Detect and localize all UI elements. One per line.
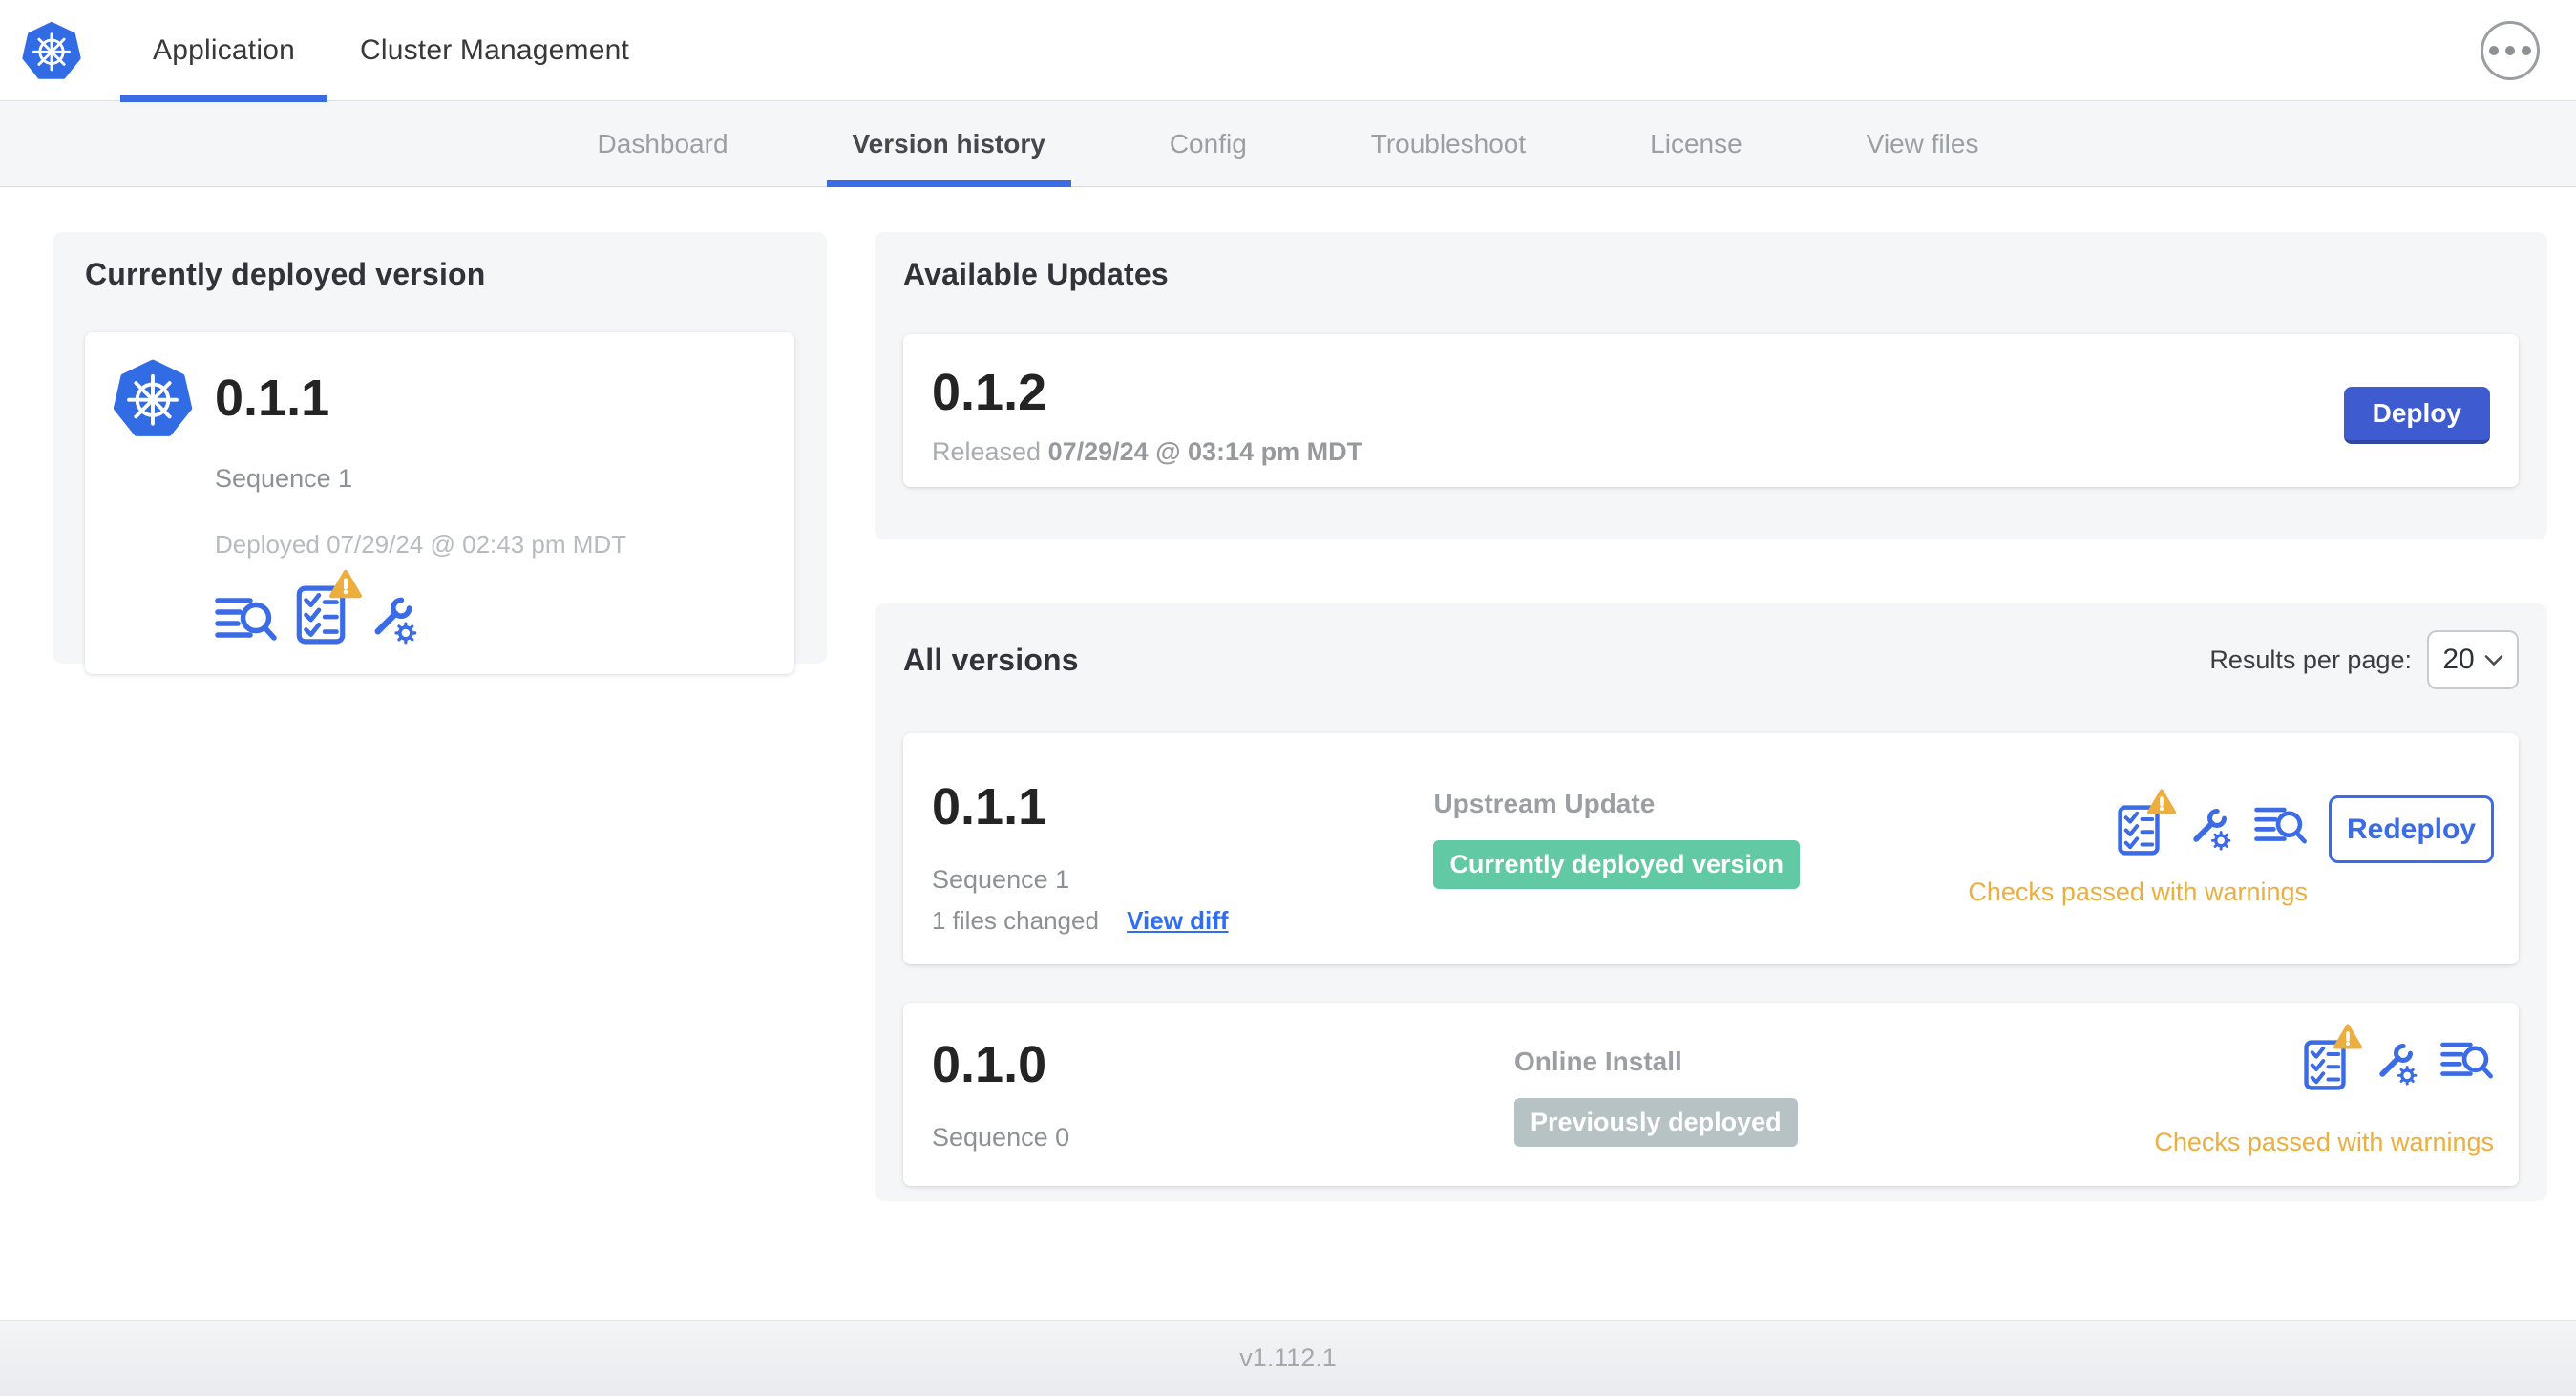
preflight-checklist-icon[interactable] xyxy=(2117,789,2176,857)
version-row: 0.1.0 Sequence 0 Online Install Previous… xyxy=(903,1003,2519,1186)
results-per-page-label: Results per page: xyxy=(2209,645,2412,674)
kubernetes-app-icon xyxy=(112,357,194,439)
deploy-button[interactable]: Deploy xyxy=(2343,386,2490,444)
wrench-gear-config-icon[interactable] xyxy=(364,592,417,645)
preflight-checklist-icon[interactable] xyxy=(2303,1024,2362,1091)
preflight-checklist-icon[interactable] xyxy=(295,569,362,645)
all-versions-title: All versions xyxy=(903,642,1079,677)
version-source-type: Online Install xyxy=(1514,1047,1682,1076)
update-version-number: 0.1.2 xyxy=(932,364,1047,421)
checks-status-text: Checks passed with warnings xyxy=(1968,878,2308,906)
row-version-number: 0.1.0 xyxy=(932,1036,1047,1093)
files-changed-label: 1 files changed xyxy=(932,906,1099,935)
wrench-gear-config-icon[interactable] xyxy=(2184,804,2231,852)
tab-dashboard[interactable]: Dashboard xyxy=(572,101,754,186)
row-version-number: 0.1.1 xyxy=(932,778,1047,835)
deployed-status-badge: Currently deployed version xyxy=(1433,840,1801,889)
warning-triangle-icon xyxy=(2333,1024,2362,1049)
results-per-page-select[interactable]: 20 xyxy=(2427,630,2519,689)
app-header: Application Cluster Management xyxy=(0,0,2576,102)
tab-config[interactable]: Config xyxy=(1144,101,1273,186)
warning-triangle-icon xyxy=(2147,789,2176,814)
chevron-down-icon xyxy=(2484,654,2503,666)
app-footer: v1.112.1 xyxy=(0,1320,2576,1396)
redeploy-button[interactable]: Redeploy xyxy=(2329,795,2494,863)
current-version-sequence: Sequence 1 xyxy=(215,464,353,493)
current-version-number: 0.1.1 xyxy=(215,370,330,427)
main-content: Currently deployed version 0.1.1 Sequenc… xyxy=(0,187,2576,1320)
file-diff-search-icon[interactable] xyxy=(2254,804,2308,848)
checks-status-text: Checks passed with warnings xyxy=(2154,1128,2494,1156)
ellipsis-menu-icon[interactable] xyxy=(2481,21,2540,80)
deployed-status-badge: Previously deployed xyxy=(1514,1098,1798,1147)
row-sequence: Sequence 1 xyxy=(932,865,1070,894)
all-versions-card: All versions Results per page: 20 0.1.1 … xyxy=(875,603,2547,1201)
update-released-date: Released 07/29/24 @ 03:14 pm MDT xyxy=(932,437,1363,466)
warning-triangle-icon xyxy=(329,569,362,599)
tab-license[interactable]: License xyxy=(1624,101,1768,186)
row-sequence: Sequence 0 xyxy=(932,1123,1070,1152)
version-source-type: Upstream Update xyxy=(1433,789,1656,818)
currently-deployed-title: Currently deployed version xyxy=(85,257,486,291)
tab-application[interactable]: Application xyxy=(120,0,327,102)
current-version-deployed-date: Deployed 07/29/24 @ 02:43 pm MDT xyxy=(215,530,627,559)
kubernetes-logo-icon xyxy=(21,20,82,81)
currently-deployed-version-card: 0.1.1 Sequence 1 Deployed 07/29/24 @ 02:… xyxy=(85,332,794,674)
tab-view-files[interactable]: View files xyxy=(1841,101,2005,186)
app-subnav: Dashboard Version history Config Trouble… xyxy=(0,101,2576,187)
currently-deployed-card: Currently deployed version 0.1.1 Sequenc… xyxy=(53,232,827,674)
tab-troubleshoot[interactable]: Troubleshoot xyxy=(1345,101,1552,186)
file-diff-search-icon[interactable] xyxy=(2440,1039,2494,1083)
tab-cluster-management[interactable]: Cluster Management xyxy=(327,0,662,101)
available-update-row: 0.1.2 Released 07/29/24 @ 03:14 pm MDT D… xyxy=(903,334,2519,487)
version-row: 0.1.1 Sequence 1 1 files changed View di… xyxy=(903,733,2519,964)
available-updates-card: Available Updates 0.1.2 Released 07/29/2… xyxy=(875,232,2547,539)
console-version-text: v1.112.1 xyxy=(1239,1343,1337,1372)
tab-version-history[interactable]: Version history xyxy=(826,101,1072,187)
available-updates-title: Available Updates xyxy=(903,257,1169,291)
wrench-gear-config-icon[interactable] xyxy=(2370,1039,2418,1087)
file-diff-search-icon[interactable] xyxy=(215,594,278,645)
view-diff-link[interactable]: View diff xyxy=(1127,906,1228,935)
